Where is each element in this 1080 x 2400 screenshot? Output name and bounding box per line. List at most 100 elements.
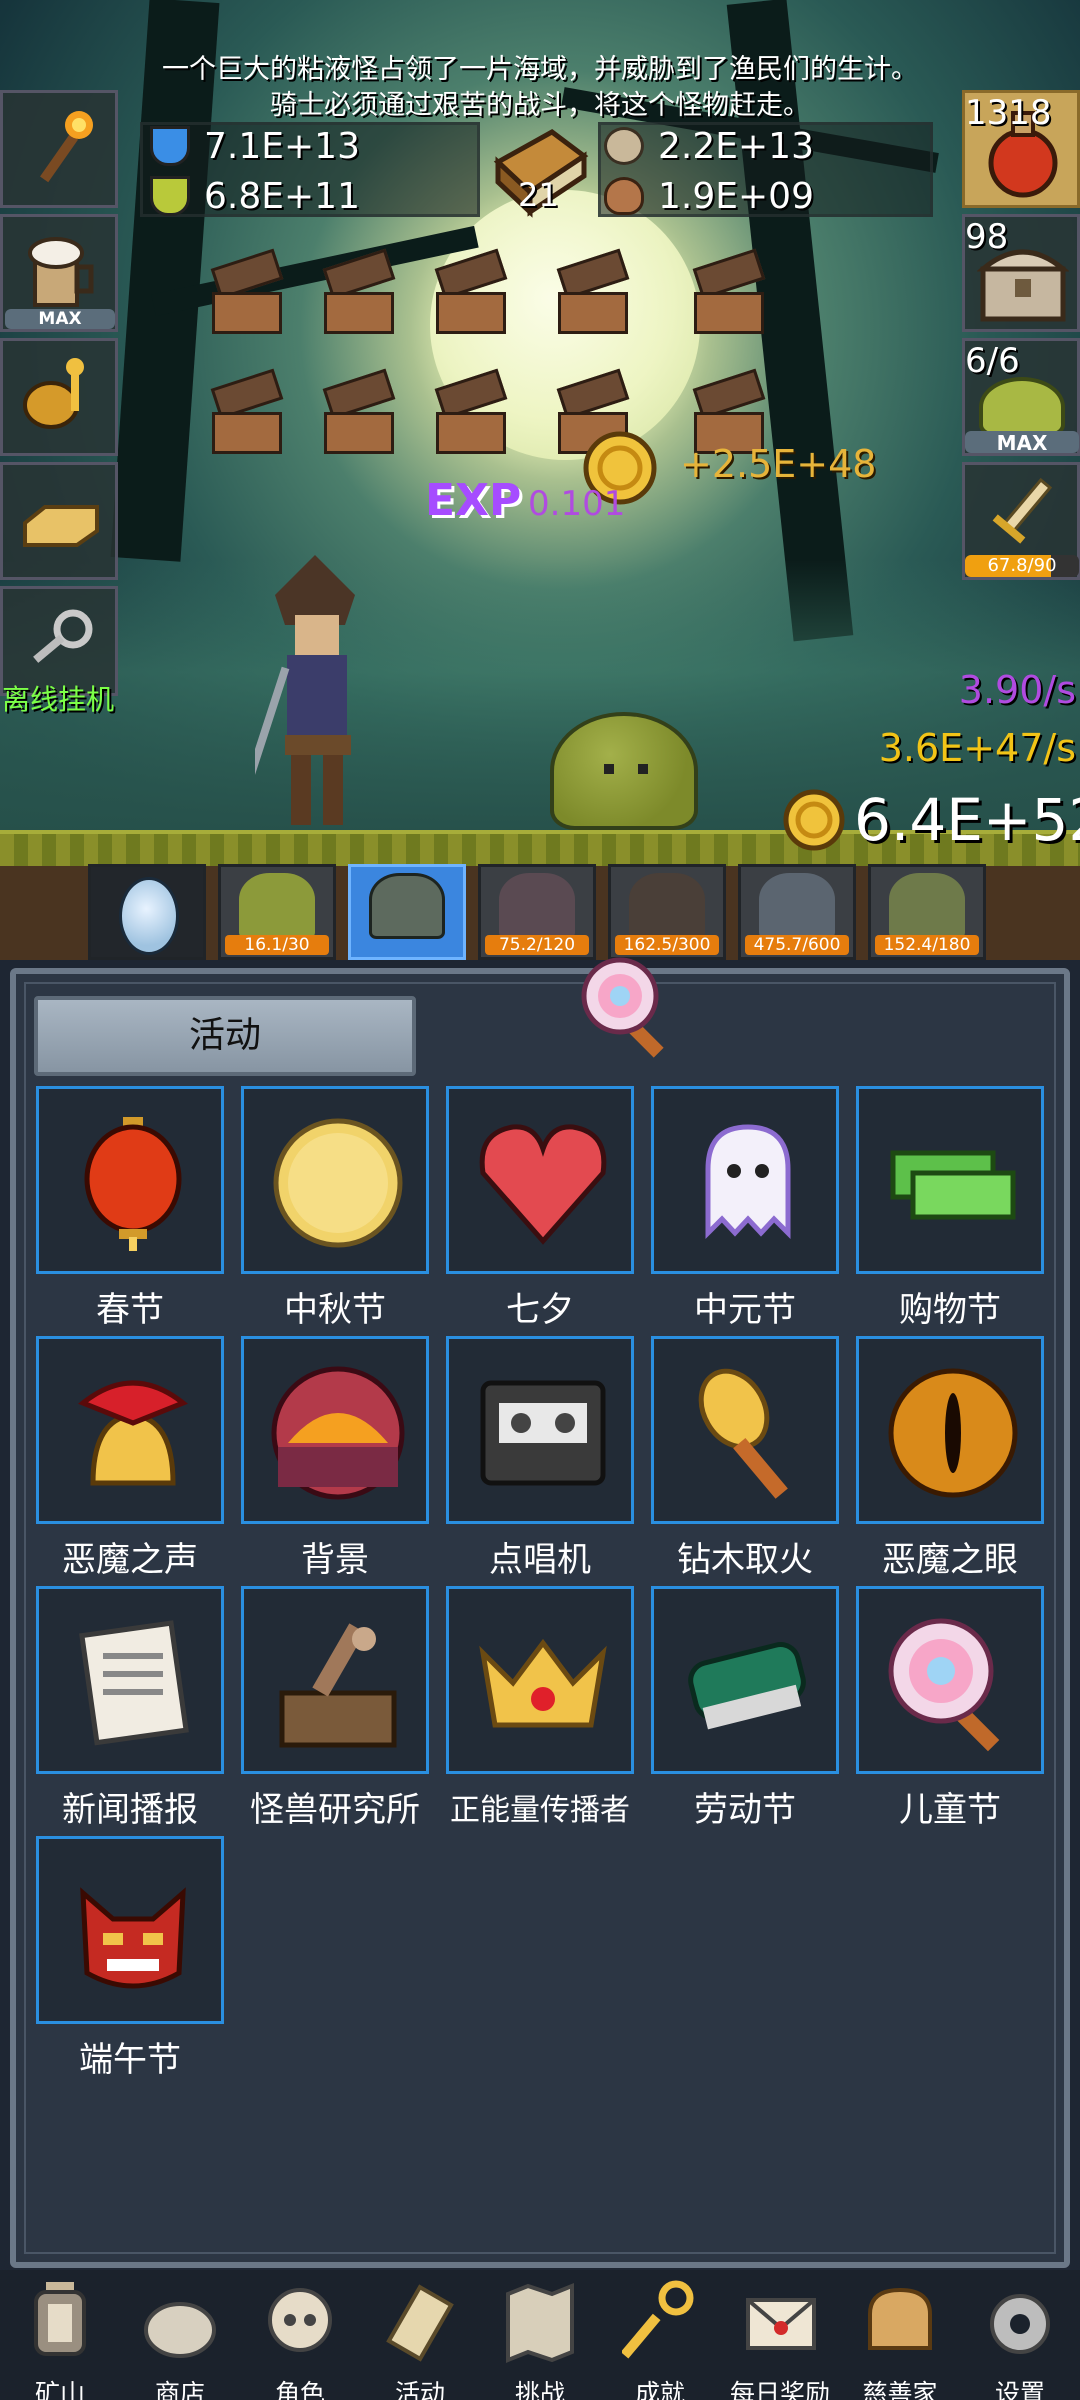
open-chest[interactable] — [432, 248, 510, 334]
knight-character — [255, 555, 355, 825]
activity-item[interactable]: 中秋节 — [241, 1086, 429, 1330]
nav-item[interactable]: 设置 — [960, 2270, 1080, 2400]
green-potion-icon — [150, 176, 190, 216]
activity-item[interactable]: 钻木取火 — [651, 1336, 839, 1580]
activity-item-frame[interactable] — [856, 1086, 1044, 1274]
nav-item[interactable]: 商店 — [120, 2270, 240, 2400]
nav-item-label: 成就 — [634, 2379, 685, 2400]
lollipop-decoration-icon — [581, 957, 664, 1058]
monster-selector: 16.1/30 75.2/120 162.5/300 475.7/600 152… — [0, 860, 1080, 960]
slime-monster[interactable] — [550, 712, 698, 830]
activity-item-frame[interactable] — [241, 1586, 429, 1774]
activity-item[interactable]: 恶魔之眼 — [856, 1336, 1044, 1580]
monster-slot-goblin[interactable]: 152.4/180 — [868, 864, 986, 960]
open-chest[interactable] — [432, 368, 510, 454]
chest-box — [212, 292, 282, 334]
dragon-mask-icon — [80, 1887, 186, 1989]
activity-item-label: 怪兽研究所 — [250, 1790, 420, 1830]
moon-icon — [273, 1118, 403, 1248]
bread-icon — [868, 2287, 932, 2350]
zombie-icon — [369, 873, 445, 939]
open-chest[interactable] — [320, 248, 398, 334]
stone-icon — [144, 2302, 216, 2358]
monster-slot-ghoul[interactable]: 475.7/600 — [738, 864, 856, 960]
lantern-icon — [34, 2282, 86, 2356]
activity-item-frame[interactable] — [36, 1086, 224, 1274]
beer-max-tag: MAX — [5, 309, 115, 329]
activity-panel: 活动 春节 中秋节 七夕 中元节 购物节恶魔之声 背景 点唱机 钻木取火 恶魔之眼新闻播报 怪兽研… — [10, 957, 1070, 2268]
book-button[interactable]: 21 — [490, 122, 590, 222]
activity-item-frame[interactable] — [446, 1086, 634, 1274]
activity-item[interactable]: 劳动节 — [651, 1586, 839, 1830]
activity-item-frame[interactable] — [856, 1586, 1044, 1774]
monster-slot-spider[interactable]: 162.5/300 — [608, 864, 726, 960]
golden-key-button[interactable] — [0, 338, 118, 456]
slime-count: 6/6 — [965, 341, 1020, 381]
activity-item-frame[interactable] — [651, 1336, 839, 1524]
sword-button[interactable]: 67.8/90 — [962, 462, 1080, 580]
activity-item-frame[interactable] — [36, 1586, 224, 1774]
activity-item-frame[interactable] — [651, 1586, 839, 1774]
key-lock-icon — [23, 358, 84, 429]
activity-item[interactable]: 怪兽研究所 — [241, 1586, 429, 1830]
nav-item[interactable]: 矿山 — [0, 2270, 120, 2400]
activity-item-frame[interactable] — [36, 1336, 224, 1524]
monster-slot-egg[interactable] — [88, 864, 206, 960]
crown-icon — [479, 1638, 607, 1728]
beer-button[interactable]: MAX — [0, 214, 118, 332]
chest-box — [436, 292, 506, 334]
activity-item[interactable]: 儿童节 — [856, 1586, 1044, 1830]
activity-item[interactable]: 点唱机 — [446, 1336, 634, 1580]
nav-item[interactable]: 角色 — [240, 2270, 360, 2400]
activity-item[interactable]: 背景 — [241, 1336, 429, 1580]
activity-item[interactable]: 七夕 — [446, 1086, 634, 1330]
gold-bar-button[interactable] — [0, 462, 118, 580]
activity-item-frame[interactable] — [446, 1586, 634, 1774]
sword-icon — [992, 477, 1053, 544]
open-chest[interactable] — [208, 248, 286, 334]
activity-item[interactable]: 正能量传播者 — [446, 1586, 634, 1828]
nav-item[interactable]: 挑战 — [480, 2270, 600, 2400]
activity-item-frame[interactable] — [36, 1836, 224, 2024]
nav-item[interactable]: 慈善家 — [840, 2270, 960, 2400]
chest-box — [558, 292, 628, 334]
open-chest[interactable] — [554, 248, 632, 334]
nav-item[interactable]: 每日奖励 — [720, 2270, 840, 2400]
nav-item[interactable]: 成就 — [600, 2270, 720, 2400]
nav-item[interactable]: 活动 — [360, 2270, 480, 2400]
green-potion-resource: 6.8E+11 — [150, 175, 360, 217]
chest-count: 98 — [965, 217, 1009, 257]
offline-label[interactable]: 离线挂机 — [2, 678, 114, 718]
slime-summon-button[interactable]: 6/6 MAX — [962, 338, 1080, 456]
activity-item[interactable]: 中元节 — [651, 1086, 839, 1330]
activity-item-frame[interactable] — [241, 1086, 429, 1274]
activity-item[interactable]: 端午节 — [36, 1836, 224, 2080]
treasure-chest-button[interactable]: 98 — [962, 214, 1080, 332]
activity-item[interactable]: 新闻播报 — [36, 1586, 224, 1830]
activity-item-label: 端午节 — [79, 2040, 181, 2080]
gold-rate: 3.6E+47/s — [878, 726, 1076, 770]
monster-slot-bat[interactable]: 75.2/120 — [478, 864, 596, 960]
spider-icon — [629, 873, 705, 939]
scroll-icon — [386, 2284, 454, 2362]
torch-button[interactable] — [0, 90, 118, 208]
monster-slot-zombie[interactable] — [348, 864, 466, 960]
green-potion-value: 6.8E+11 — [204, 175, 360, 217]
activity-item-frame[interactable] — [651, 1086, 839, 1274]
open-chest[interactable] — [320, 368, 398, 454]
activity-item-frame[interactable] — [446, 1336, 634, 1524]
activity-item[interactable]: 春节 — [36, 1086, 224, 1330]
activity-item-frame[interactable] — [856, 1336, 1044, 1524]
exp-label: EXP — [425, 475, 522, 526]
activity-item-frame[interactable] — [241, 1336, 429, 1524]
monster-slot-green-slime[interactable]: 16.1/30 — [218, 864, 336, 960]
potion-button[interactable]: 1318 — [962, 90, 1080, 208]
open-chest[interactable] — [208, 368, 286, 454]
activity-item[interactable]: 恶魔之声 — [36, 1336, 224, 1580]
bottom-nav: 矿山 商店 角色 活动 挑战 成就 每日奖励 慈善家 设置 — [0, 2270, 1080, 2400]
nav-item-label: 挑战 — [514, 2379, 565, 2400]
open-chest[interactable] — [690, 248, 768, 334]
sword-progress-bar: 67.8/90 — [965, 555, 1079, 577]
tab-activity[interactable]: 活动 — [34, 996, 416, 1076]
activity-item[interactable]: 购物节 — [856, 1086, 1044, 1330]
